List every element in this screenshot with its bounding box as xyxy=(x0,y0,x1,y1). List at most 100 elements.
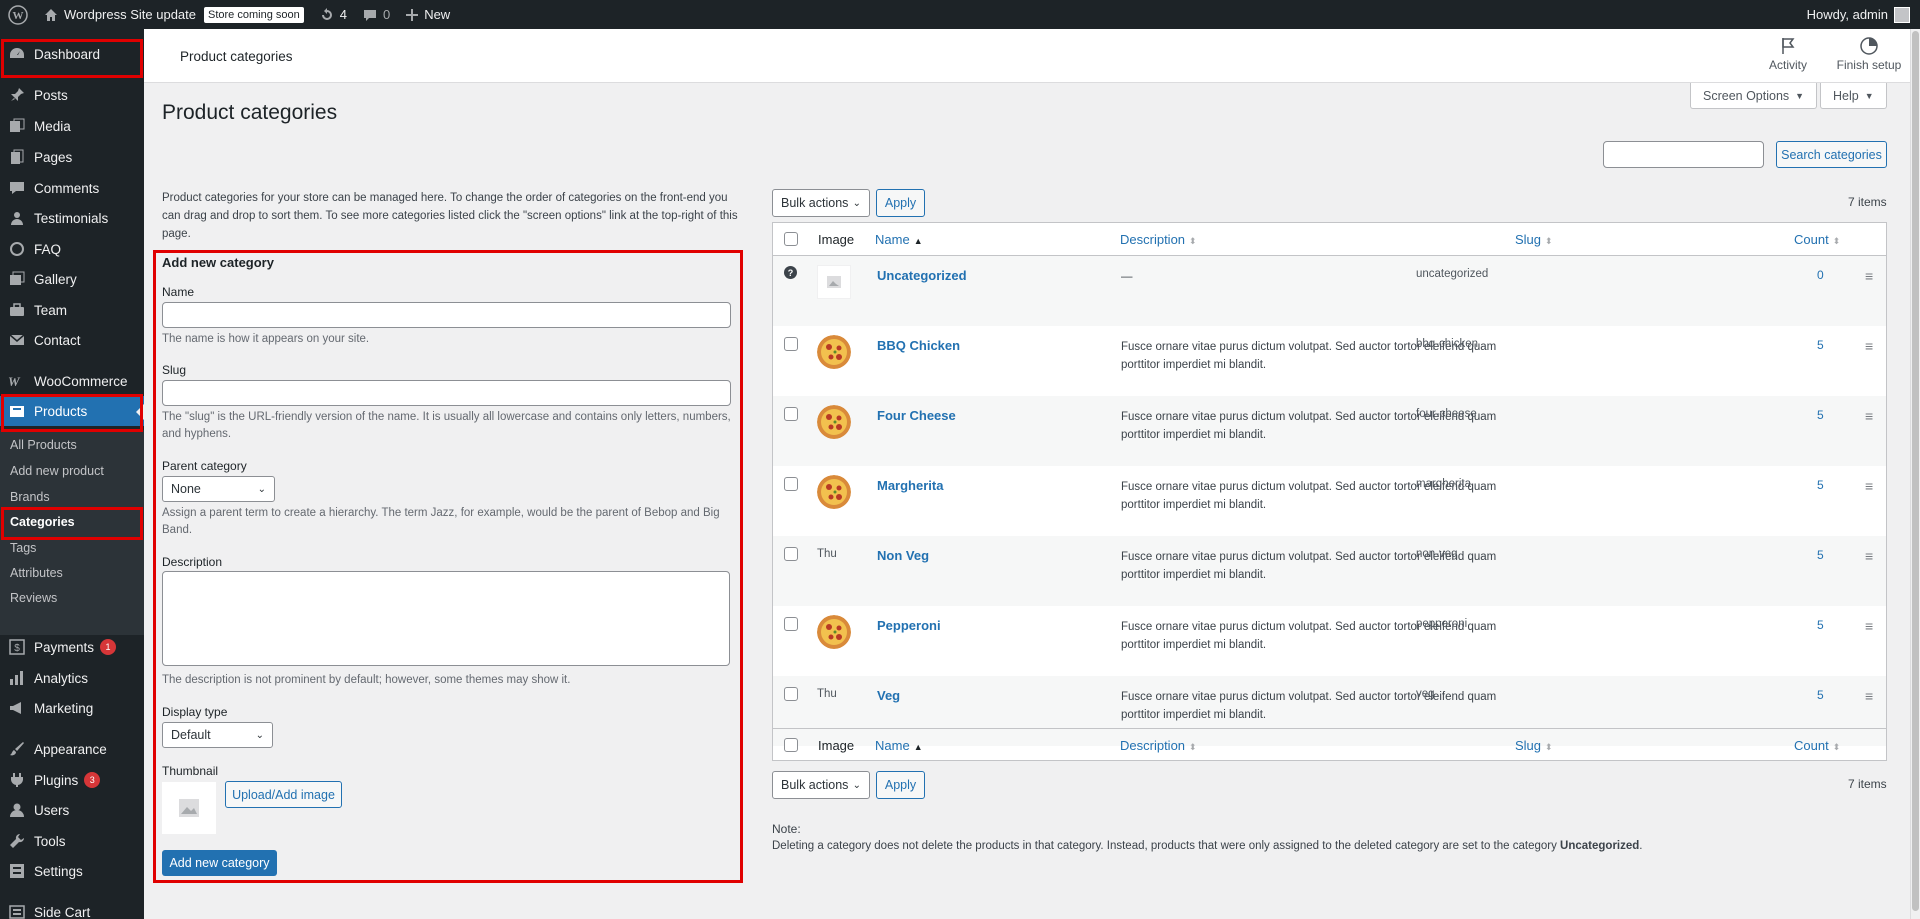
wordpress-logo-icon[interactable]: W xyxy=(0,0,36,29)
description-textarea[interactable] xyxy=(162,571,730,666)
drag-handle-icon[interactable]: ≡ xyxy=(1865,688,1873,704)
sidebar-item-payments[interactable]: $ Payments 1 xyxy=(0,632,144,662)
sidebar-item-comments[interactable]: Comments xyxy=(0,173,144,203)
sidebar-label: Plugins xyxy=(34,772,79,788)
row-checkbox[interactable] xyxy=(784,407,798,421)
question-icon[interactable]: ? xyxy=(784,266,797,279)
submenu-tags[interactable]: Tags xyxy=(10,541,36,555)
category-count-link[interactable]: 5 xyxy=(1817,408,1824,422)
sidebar-item-settings[interactable]: Settings xyxy=(0,856,144,886)
add-new-category-button[interactable]: Add new category xyxy=(162,850,277,876)
sidebar-item-marketing[interactable]: Marketing xyxy=(0,693,144,723)
parent-category-select[interactable]: None ⌄ xyxy=(162,476,275,502)
apply-button-bottom[interactable]: Apply xyxy=(876,771,925,799)
sidebar-item-users[interactable]: Users xyxy=(0,795,144,825)
column-description-footer[interactable]: Description ⬍ xyxy=(1120,738,1197,753)
column-name[interactable]: Name ▲ xyxy=(875,232,923,247)
slug-input[interactable] xyxy=(162,380,731,406)
category-count-link[interactable]: 5 xyxy=(1817,548,1824,562)
search-categories-input[interactable] xyxy=(1603,141,1764,168)
sidebar-item-posts[interactable]: Posts xyxy=(0,80,144,110)
help-button[interactable]: Help ▼ xyxy=(1820,83,1887,109)
sidebar-item-contact[interactable]: Contact xyxy=(0,325,144,355)
display-type-select[interactable]: Default ⌄ xyxy=(162,722,273,748)
category-name-link[interactable]: Non Veg xyxy=(877,548,929,563)
category-count-link[interactable]: 0 xyxy=(1817,268,1824,282)
upload-image-button[interactable]: Upload/Add image xyxy=(225,781,342,808)
category-slug: margherita xyxy=(1416,478,1471,490)
sidebar-item-products[interactable]: Products xyxy=(0,396,144,426)
category-name-link[interactable]: Margherita xyxy=(877,478,943,493)
row-checkbox[interactable] xyxy=(784,337,798,351)
drag-handle-icon[interactable]: ≡ xyxy=(1865,548,1873,564)
screen-options-button[interactable]: Screen Options ▼ xyxy=(1690,83,1818,109)
new-content-link[interactable]: New xyxy=(398,0,458,29)
select-all-checkbox[interactable] xyxy=(784,232,798,246)
column-slug[interactable]: Slug ⬍ xyxy=(1515,232,1553,247)
sidebar-item-testimonials[interactable]: Testimonials xyxy=(0,203,144,233)
sidebar-item-team[interactable]: Team xyxy=(0,295,144,325)
column-count[interactable]: Count ⬍ xyxy=(1794,232,1840,247)
sidebar-item-pages[interactable]: Pages xyxy=(0,142,144,172)
comments-link[interactable]: 0 xyxy=(355,0,398,29)
apply-button-top[interactable]: Apply xyxy=(876,189,925,217)
column-slug-footer[interactable]: Slug ⬍ xyxy=(1515,738,1553,753)
category-count-link[interactable]: 5 xyxy=(1817,688,1824,702)
category-name-link[interactable]: BBQ Chicken xyxy=(877,338,960,353)
activity-button[interactable]: Activity xyxy=(1769,36,1807,72)
drag-handle-icon[interactable]: ≡ xyxy=(1865,268,1873,284)
sidebar-item-faq[interactable]: FAQ xyxy=(0,234,144,264)
drag-handle-icon[interactable]: ≡ xyxy=(1865,478,1873,494)
sidebar-item-analytics[interactable]: Analytics xyxy=(0,663,144,693)
category-name-link[interactable]: Four Cheese xyxy=(877,408,956,423)
submenu-all-products[interactable]: All Products xyxy=(10,438,77,452)
site-name-link[interactable]: Wordpress Site update Store coming soon xyxy=(36,0,312,29)
column-name-label: Name xyxy=(875,232,910,247)
sidebar-item-appearance[interactable]: Appearance xyxy=(0,734,144,764)
finish-setup-button[interactable]: Finish setup xyxy=(1834,36,1904,72)
column-name-footer[interactable]: Name ▲ xyxy=(875,738,923,753)
drag-handle-icon[interactable]: ≡ xyxy=(1865,408,1873,424)
category-name-link[interactable]: Pepperoni xyxy=(877,618,941,633)
column-count-label: Count xyxy=(1794,232,1829,247)
sidebar-item-gallery[interactable]: Gallery xyxy=(0,264,144,294)
table-row: Margherita Fusce ornare vitae purus dictu… xyxy=(773,466,1886,536)
submenu-categories[interactable]: Categories xyxy=(10,515,75,529)
bulk-actions-select-top[interactable]: Bulk actions ⌄ xyxy=(772,189,870,217)
drag-handle-icon[interactable]: ≡ xyxy=(1865,618,1873,634)
submenu-brands[interactable]: Brands xyxy=(10,490,50,504)
sidebar-item-woocommerce[interactable]: W WooCommerce xyxy=(0,366,144,396)
account-menu[interactable]: Howdy, admin xyxy=(1807,6,1920,23)
sidebar-item-side-cart[interactable]: Side Cart xyxy=(0,897,144,919)
parent-category-hint: Assign a parent term to create a hierarc… xyxy=(162,507,720,536)
bulk-actions-select-bottom[interactable]: Bulk actions ⌄ xyxy=(772,771,870,799)
select-all-checkbox-bottom[interactable] xyxy=(784,738,798,752)
name-input[interactable] xyxy=(162,302,731,328)
row-checkbox[interactable] xyxy=(784,477,798,491)
plus-icon xyxy=(406,8,419,21)
sidebar-item-plugins[interactable]: Plugins 3 xyxy=(0,765,144,795)
category-count-link[interactable]: 5 xyxy=(1817,338,1824,352)
row-checkbox[interactable] xyxy=(784,687,798,701)
row-checkbox[interactable] xyxy=(784,617,798,631)
drag-handle-icon[interactable]: ≡ xyxy=(1865,338,1873,354)
updates-link[interactable]: 4 xyxy=(312,0,355,29)
sidebar-item-dashboard[interactable]: Dashboard xyxy=(0,39,144,69)
items-count-bottom: 7 items xyxy=(1848,777,1887,791)
category-name-link[interactable]: Veg xyxy=(877,688,900,703)
submenu-reviews[interactable]: Reviews xyxy=(10,591,57,605)
column-description[interactable]: Description ⬍ xyxy=(1120,232,1197,247)
category-count-link[interactable]: 5 xyxy=(1817,618,1824,632)
submenu-add-new-product[interactable]: Add new product xyxy=(10,464,104,478)
sidebar-item-media[interactable]: Media xyxy=(0,111,144,141)
submenu-attributes[interactable]: Attributes xyxy=(10,566,63,580)
page-scrollbar[interactable] xyxy=(1910,29,1920,919)
category-count-link[interactable]: 5 xyxy=(1817,478,1824,492)
search-categories-button[interactable]: Search categories xyxy=(1776,141,1887,168)
row-checkbox[interactable] xyxy=(784,547,798,561)
sidebar-label: Posts xyxy=(34,87,68,103)
sidebar-item-tools[interactable]: Tools xyxy=(0,826,144,856)
category-name-link[interactable]: Uncategorized xyxy=(877,268,967,283)
store-coming-soon-badge[interactable]: Store coming soon xyxy=(204,6,304,23)
column-count-footer[interactable]: Count ⬍ xyxy=(1794,738,1840,753)
